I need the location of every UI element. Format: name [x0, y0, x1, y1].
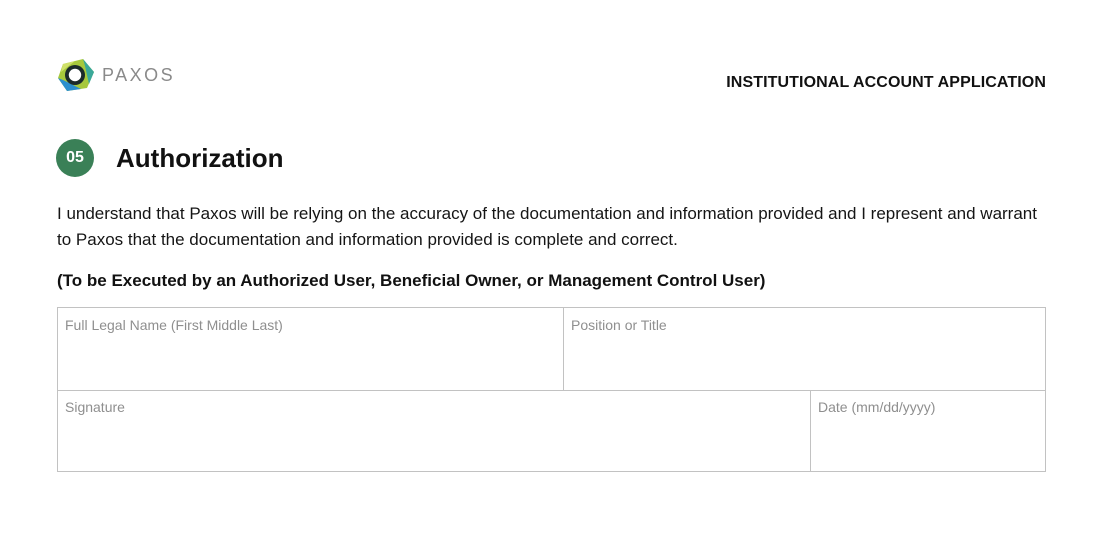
paxos-logo-icon [58, 59, 94, 91]
form-row-name-position: Full Legal Name (First Middle Last) Posi… [58, 308, 1045, 391]
signature-cell[interactable]: Signature [58, 390, 810, 471]
execution-instruction: (To be Executed by an Authorized User, B… [57, 271, 766, 290]
date-field[interactable] [818, 427, 1038, 463]
authorization-form: Full Legal Name (First Middle Last) Posi… [57, 307, 1046, 472]
position-field[interactable] [571, 346, 1038, 382]
form-row-signature-date: Signature Date (mm/dd/yyyy) [58, 390, 1045, 471]
full-name-field[interactable] [65, 346, 556, 382]
document-title: INSTITUTIONAL ACCOUNT APPLICATION [726, 74, 1046, 91]
section-number-badge: 05 [56, 139, 94, 177]
section-title: Authorization [116, 143, 284, 173]
authorization-statement: I understand that Paxos will be relying … [57, 204, 1037, 249]
signature-label: Signature [65, 399, 125, 415]
signature-field[interactable] [65, 427, 803, 463]
logo-wordmark: PAXOS [102, 64, 176, 85]
full-name-label: Full Legal Name (First Middle Last) [65, 317, 283, 333]
paxos-logo: PAXOS [57, 58, 175, 92]
date-label: Date (mm/dd/yyyy) [818, 399, 936, 415]
full-name-cell[interactable]: Full Legal Name (First Middle Last) [58, 308, 563, 390]
date-cell[interactable]: Date (mm/dd/yyyy) [810, 390, 1045, 471]
position-label: Position or Title [571, 317, 667, 333]
position-cell[interactable]: Position or Title [563, 308, 1045, 390]
